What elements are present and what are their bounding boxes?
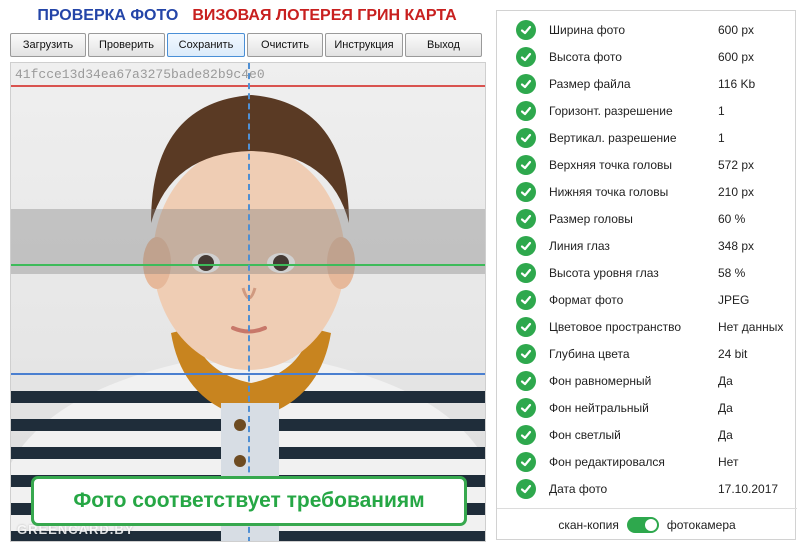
check-circle-icon (516, 209, 536, 229)
check-label: Размер головы (549, 212, 633, 226)
check-circle-icon (516, 47, 536, 67)
load-button[interactable]: Загрузить (10, 33, 86, 57)
check-circle-icon (516, 128, 536, 148)
check-circle-icon (516, 236, 536, 256)
check-value: 116 Kb (718, 77, 756, 91)
check-circle-icon (516, 74, 536, 94)
check-row: Формат фото JPEG (497, 287, 797, 313)
button-bottom (234, 455, 246, 467)
instructions-button[interactable]: Инструкция (325, 33, 403, 57)
check-circle-icon (516, 20, 536, 40)
check-label: Горизонт. разрешение (549, 104, 673, 118)
check-row: Высота уровня глаз 58 % (497, 260, 797, 286)
check-value: 58 % (718, 266, 746, 280)
check-label: Дата фото (549, 482, 608, 496)
check-row: Размер головы 60 % (497, 206, 797, 232)
check-row: Горизонт. разрешение 1 (497, 98, 797, 124)
check-value: Да (718, 401, 733, 415)
check-value: 348 px (718, 239, 755, 253)
mode-toggle-switch[interactable] (626, 516, 659, 533)
check-label: Цветовое пространство (549, 320, 682, 334)
check-value: 600 px (718, 50, 755, 64)
check-row: Фон редактировался Нет (497, 449, 797, 475)
check-button[interactable]: Проверить (88, 33, 165, 57)
check-circle-icon (516, 182, 536, 202)
check-circle-icon (516, 155, 536, 175)
check-label: Формат фото (549, 293, 624, 307)
check-label: Высота уровня глаз (549, 266, 659, 280)
check-label: Нижняя точка головы (549, 185, 669, 199)
check-circle-icon (516, 317, 536, 337)
exit-button[interactable]: Выход (405, 33, 482, 57)
check-value: 572 px (718, 158, 755, 172)
check-value: Нет (718, 455, 739, 469)
check-circle-icon (516, 452, 536, 472)
check-value: 210 px (718, 185, 755, 199)
check-row: Фон нейтральный Да (497, 395, 797, 421)
check-row: Размер файла 116 Kb (497, 71, 797, 97)
check-value: Да (718, 428, 733, 442)
check-row: Фон равномерный Да (497, 368, 797, 394)
check-value: 1 (718, 104, 725, 118)
status-message: Фото соответствует требованиям (31, 476, 467, 526)
check-row: Глубина цвета 24 bit (497, 341, 797, 367)
check-value: 1 (718, 131, 725, 145)
save-button[interactable]: Сохранить (167, 33, 245, 57)
check-row: Дата фото 17.10.2017 (497, 476, 797, 502)
check-circle-icon (516, 425, 536, 445)
check-circle-icon (516, 479, 536, 499)
check-label: Размер файла (549, 77, 631, 91)
check-row: Высота фото 600 px (497, 44, 797, 70)
mode-scan-label[interactable]: скан-копия (558, 518, 619, 532)
toolbar: Загрузить Проверить Сохранить Очистить И… (10, 33, 486, 57)
photo-hash: 41fcce13d34ea67a3275bade82b9c4e0 (15, 67, 265, 82)
check-results-panel: Ширина фото 600 px Высота фото 600 px Размер… (496, 10, 797, 540)
check-value: 17.10.2017 (718, 482, 779, 496)
app-subtitle: ВИЗОВАЯ ЛОТЕРЕЯ ГРИН КАРТА (192, 7, 457, 24)
check-label: Ширина фото (549, 23, 626, 37)
check-label: Глубина цвета (549, 347, 630, 361)
center-line (248, 63, 250, 541)
check-circle-icon (516, 290, 536, 310)
app-header: ПРОВЕРКА ФОТО ВИЗОВАЯ ЛОТЕРЕЯ ГРИН КАРТА (0, 0, 494, 32)
check-value: Да (718, 374, 733, 388)
check-row: Вертикал. разрешение 1 (497, 125, 797, 151)
check-circle-icon (516, 398, 536, 418)
check-label: Фон редактировался (549, 455, 665, 469)
check-circle-icon (516, 101, 536, 121)
clear-button[interactable]: Очистить (247, 33, 323, 57)
check-circle-icon (516, 371, 536, 391)
check-value: 24 bit (718, 347, 748, 361)
check-label: Фон нейтральный (549, 401, 649, 415)
check-value: 600 px (718, 23, 755, 37)
check-label: Фон светлый (549, 428, 621, 442)
check-value: 60 % (718, 212, 746, 226)
photo-preview: 41fcce13d34ea67a3275bade82b9c4e0 Фото со… (10, 62, 486, 542)
check-row: Фон светлый Да (497, 422, 797, 448)
check-label: Фон равномерный (549, 374, 652, 388)
check-row: Нижняя точка головы 210 px (497, 179, 797, 205)
button-top (234, 419, 246, 431)
check-value: JPEG (718, 293, 750, 307)
check-label: Вертикал. разрешение (549, 131, 677, 145)
check-row: Ширина фото 600 px (497, 17, 797, 43)
check-circle-icon (516, 263, 536, 283)
check-label: Верхняя точка головы (549, 158, 673, 172)
check-value: Нет данных (718, 320, 784, 334)
mode-camera-label[interactable]: фотокамера (667, 518, 736, 532)
check-label: Высота фото (549, 50, 622, 64)
toggle-knob (644, 518, 657, 531)
check-label: Линия глаз (549, 239, 610, 253)
check-row: Верхняя точка головы 572 px (497, 152, 797, 178)
check-circle-icon (516, 344, 536, 364)
check-row: Цветовое пространство Нет данных (497, 314, 797, 340)
mode-toggle: скан-копия фотокамера (497, 508, 797, 540)
app-title: ПРОВЕРКА ФОТО (37, 7, 179, 24)
check-row: Линия глаз 348 px (497, 233, 797, 259)
